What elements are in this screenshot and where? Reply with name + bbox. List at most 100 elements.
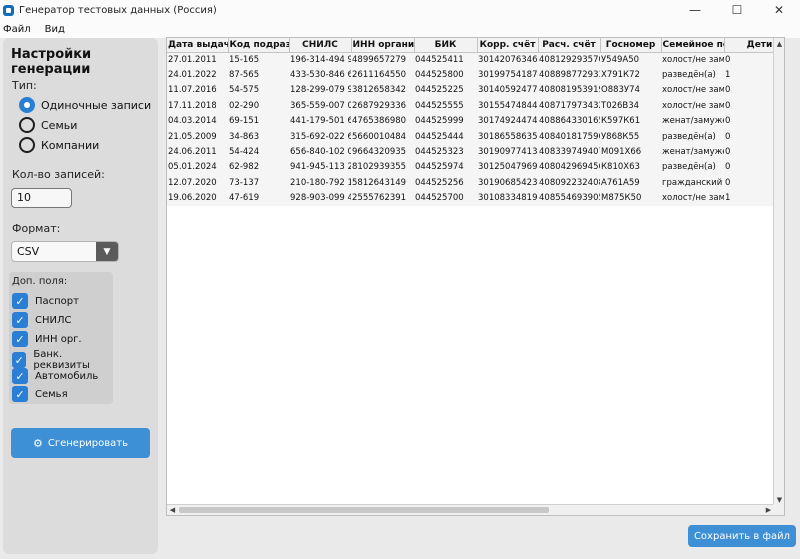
column-header[interactable]: БИК: [414, 38, 478, 53]
table-cell[interactable]: 301906854235: [477, 175, 538, 191]
table-cell[interactable]: холост/не замужем: [661, 190, 724, 206]
table-cell[interactable]: 04.03.2014: [167, 113, 228, 129]
table-cell[interactable]: У549А50: [600, 52, 661, 68]
table-cell[interactable]: 3812658342: [351, 82, 414, 99]
table-cell[interactable]: 11.07.2016: [167, 82, 228, 99]
table-cell[interactable]: 34-863: [228, 128, 289, 145]
table-cell[interactable]: 408129293570: [538, 52, 600, 68]
column-header[interactable]: Дата выдачи: [167, 38, 229, 53]
table-cell[interactable]: 196-314-494 9: [289, 52, 351, 68]
table-cell[interactable]: 69-151: [228, 113, 289, 129]
save-to-file-button[interactable]: Сохранить в файл: [688, 525, 796, 547]
table-row[interactable]: 17.11.2018 02-290 365-559-007 0 2687929336 0…: [167, 98, 784, 114]
table-cell[interactable]: 05.01.2024: [167, 159, 228, 176]
table-cell[interactable]: женат/замужем: [661, 144, 724, 160]
table-cell[interactable]: 928-903-099 4: [289, 190, 351, 206]
column-header[interactable]: Семейное положение: [661, 38, 725, 53]
column-header[interactable]: Госномер: [600, 38, 662, 53]
table-cell[interactable]: 408898772933: [538, 67, 600, 83]
table-row[interactable]: 21.05.2009 34-863 315-692-022 6 5660010484 0…: [167, 128, 784, 145]
table-cell[interactable]: Х791К72: [600, 67, 661, 83]
table-cell[interactable]: холост/не замужем: [661, 82, 724, 99]
table-cell[interactable]: 044525323: [414, 144, 477, 160]
table-cell[interactable]: Т026В34: [600, 98, 661, 114]
table-row[interactable]: 24.06.2011 54-424 656-840-102 0 9664320935 0…: [167, 144, 784, 160]
table-cell[interactable]: 24.06.2011: [167, 144, 228, 160]
menu-view[interactable]: Вид: [44, 24, 66, 35]
column-header[interactable]: Корр. счёт: [477, 38, 539, 53]
table-cell[interactable]: 044525256: [414, 175, 477, 191]
column-header[interactable]: СНИЛС: [289, 38, 352, 53]
table-cell[interactable]: 044525225: [414, 82, 477, 99]
column-header[interactable]: ИНН организации: [351, 38, 415, 53]
table-cell[interactable]: К810Х63: [600, 159, 661, 176]
checkbox-car[interactable]: ✓ Автомобиль: [12, 368, 98, 384]
table-cell[interactable]: А761А59: [600, 175, 661, 191]
vertical-scrollbar[interactable]: ▲ ▼: [773, 38, 784, 505]
table-cell[interactable]: 73-137: [228, 175, 289, 191]
checkbox-family[interactable]: ✓ Семья: [12, 386, 68, 402]
table-cell[interactable]: 441-179-501 6: [289, 113, 351, 129]
table-cell[interactable]: 8102939355: [351, 159, 414, 176]
table-cell[interactable]: 433-530-846 6: [289, 67, 351, 83]
menu-file[interactable]: Файл: [2, 24, 32, 35]
table-cell[interactable]: холост/не замужем: [661, 98, 724, 114]
table-cell[interactable]: 365-559-007 0: [289, 98, 351, 114]
table-row[interactable]: 11.07.2016 54-575 128-299-079 9 3812658342 0…: [167, 82, 784, 99]
table-cell[interactable]: 4899657279: [351, 52, 414, 68]
format-select[interactable]: CSV ▼: [11, 241, 119, 262]
table-cell[interactable]: разведён(а): [661, 159, 724, 176]
table-cell[interactable]: 24.01.2022: [167, 67, 228, 83]
table-cell[interactable]: К597К61: [600, 113, 661, 129]
table-cell[interactable]: 941-945-113 2: [289, 159, 351, 176]
table-cell[interactable]: 044525800: [414, 67, 477, 83]
table-cell[interactable]: 9664320935: [351, 144, 414, 160]
scroll-left-icon[interactable]: ◀: [167, 505, 178, 515]
radio-single[interactable]: Одиночные записи: [19, 97, 151, 113]
data-table[interactable]: Дата выдачиКод подразделенияСНИЛСИНН орг…: [166, 37, 785, 516]
table-cell[interactable]: разведён(а): [661, 67, 724, 83]
close-button[interactable]: ✕: [758, 0, 800, 20]
scroll-up-icon[interactable]: ▲: [774, 38, 784, 49]
table-cell[interactable]: 2687929336: [351, 98, 414, 114]
maximize-button[interactable]: ☐: [716, 0, 758, 20]
checkbox-snils[interactable]: ✓ СНИЛС: [12, 312, 71, 328]
table-row[interactable]: 27.01.2011 15-165 196-314-494 9 4899657279 0…: [167, 52, 784, 68]
minimize-button[interactable]: —: [674, 0, 716, 20]
table-cell[interactable]: 301749244743: [477, 113, 538, 129]
table-cell[interactable]: женат/замужем: [661, 113, 724, 129]
table-cell[interactable]: 044525444: [414, 128, 477, 145]
table-cell[interactable]: 62-982: [228, 159, 289, 176]
table-cell[interactable]: 408401817596: [538, 128, 600, 145]
table-cell[interactable]: О883У74: [600, 82, 661, 99]
checkbox-inn[interactable]: ✓ ИНН орг.: [12, 331, 82, 347]
table-cell[interactable]: 044525999: [414, 113, 477, 129]
table-row[interactable]: 12.07.2020 73-137 210-180-792 1 5812643149 0…: [167, 175, 784, 191]
table-cell[interactable]: 301865586350: [477, 128, 538, 145]
table-cell[interactable]: 315-692-022 6: [289, 128, 351, 145]
count-input[interactable]: 10: [11, 188, 72, 208]
chevron-down-icon[interactable]: ▼: [96, 242, 118, 261]
table-cell[interactable]: 656-840-102 0: [289, 144, 351, 160]
table-cell[interactable]: 044525555: [414, 98, 477, 114]
table-cell[interactable]: 301420763465: [477, 52, 538, 68]
table-cell[interactable]: 301554748447: [477, 98, 538, 114]
table-cell[interactable]: 47-619: [228, 190, 289, 206]
table-cell[interactable]: 044525700: [414, 190, 477, 206]
table-cell[interactable]: 044525974: [414, 159, 477, 176]
table-cell[interactable]: 5660010484: [351, 128, 414, 145]
table-cell[interactable]: 21.05.2009: [167, 128, 228, 145]
table-row[interactable]: 19.06.2020 47-619 928-903-099 4 2555762391 0…: [167, 190, 784, 206]
table-cell[interactable]: 301997541874: [477, 67, 538, 83]
table-cell[interactable]: 128-299-079 9: [289, 82, 351, 99]
table-cell[interactable]: 408554693905: [538, 190, 600, 206]
table-cell[interactable]: 408717973432: [538, 98, 600, 114]
table-cell[interactable]: 87-565: [228, 67, 289, 83]
table-cell[interactable]: 2611164550: [351, 67, 414, 83]
table-cell[interactable]: 2555762391: [351, 190, 414, 206]
table-cell[interactable]: холост/не замужем: [661, 52, 724, 68]
table-cell[interactable]: 408042969456: [538, 159, 600, 176]
table-cell[interactable]: 02-290: [228, 98, 289, 114]
horizontal-scrollbar[interactable]: ◀ ▶: [167, 504, 784, 515]
table-cell[interactable]: 210-180-792 1: [289, 175, 351, 191]
